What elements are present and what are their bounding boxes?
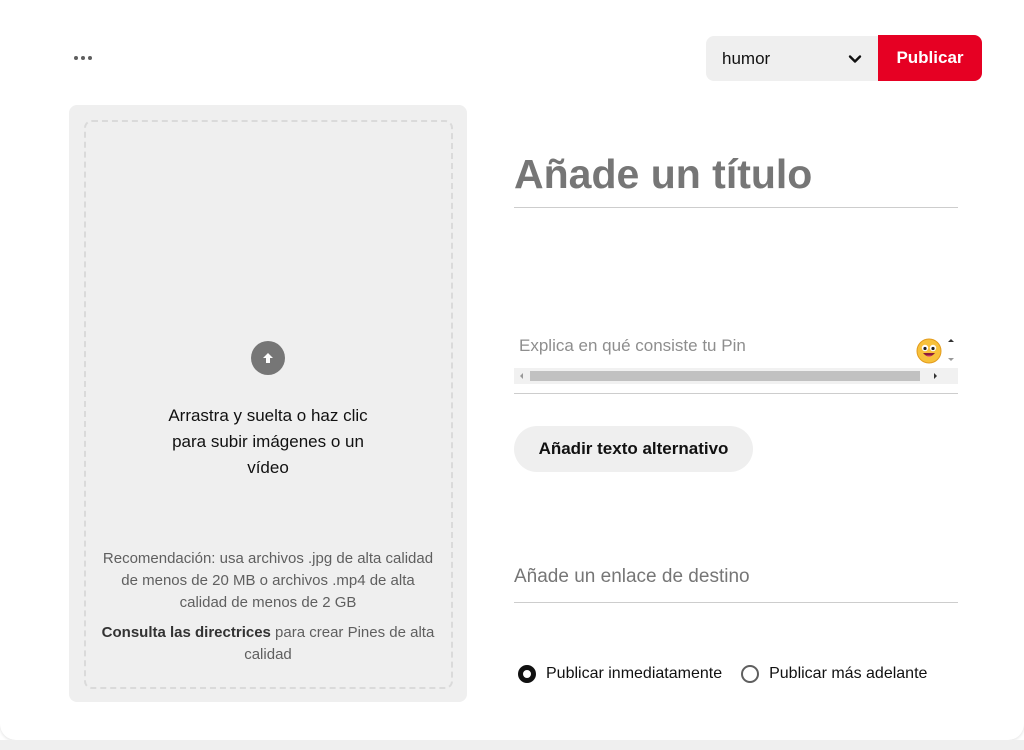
emoji-smile-icon[interactable]: [916, 338, 942, 364]
horizontal-scrollbar[interactable]: [514, 368, 958, 384]
dot: [81, 56, 85, 60]
radio-label: Publicar más adelante: [769, 665, 928, 682]
upload-area[interactable]: Arrastra y suelta o haz clic para subir …: [69, 105, 467, 702]
guidelines-link[interactable]: Consulta las directrices: [102, 624, 271, 641]
board-select-dropdown[interactable]: humor: [706, 36, 878, 81]
scrollbar-thumb[interactable]: [530, 371, 920, 381]
title-input[interactable]: Añade un título: [514, 148, 958, 208]
radio-checked[interactable]: [518, 665, 536, 683]
publish-button[interactable]: Publicar: [878, 35, 982, 81]
upload-arrow-icon[interactable]: [251, 341, 285, 375]
radio-unchecked[interactable]: [741, 665, 760, 683]
guidelines-text: Consulta las directrices para crear Pine…: [99, 622, 437, 666]
page-background-strip: [0, 740, 1024, 750]
add-alt-text-button[interactable]: Añadir texto alternativo: [514, 426, 753, 472]
publish-timing-options: Publicar inmediatamente Publicar más ade…: [518, 662, 927, 686]
pin-builder-card: humor Publicar Arrastra y suelta o haz c…: [0, 0, 1024, 740]
vertical-scrollbar[interactable]: [944, 334, 958, 368]
arrow-up-icon: [263, 353, 273, 363]
destination-link-input[interactable]: Añade un enlace de destino: [514, 566, 958, 603]
radio-publish-now[interactable]: Publicar inmediatamente: [518, 665, 722, 683]
dot: [74, 56, 78, 60]
radio-publish-later[interactable]: Publicar más adelante: [741, 665, 927, 683]
more-options-icon[interactable]: [66, 44, 100, 72]
dot: [88, 56, 92, 60]
description-placeholder[interactable]: Explica en qué consiste tu Pin: [519, 336, 746, 356]
description-field[interactable]: Explica en qué consiste tu Pin: [514, 328, 958, 394]
scroll-right-icon[interactable]: [931, 372, 939, 380]
upload-recommendation: Recomendación: usa archivos .jpg de alta…: [102, 550, 434, 611]
upload-instruction: Arrastra y suelta o haz clic para subir …: [168, 406, 368, 477]
chevron-down-icon: [848, 54, 862, 63]
radio-label: Publicar inmediatamente: [546, 665, 723, 682]
scroll-left-icon[interactable]: [518, 372, 526, 380]
board-select-value: humor: [722, 48, 771, 68]
guidelines-rest: para crear Pines de alta calidad: [244, 624, 435, 663]
